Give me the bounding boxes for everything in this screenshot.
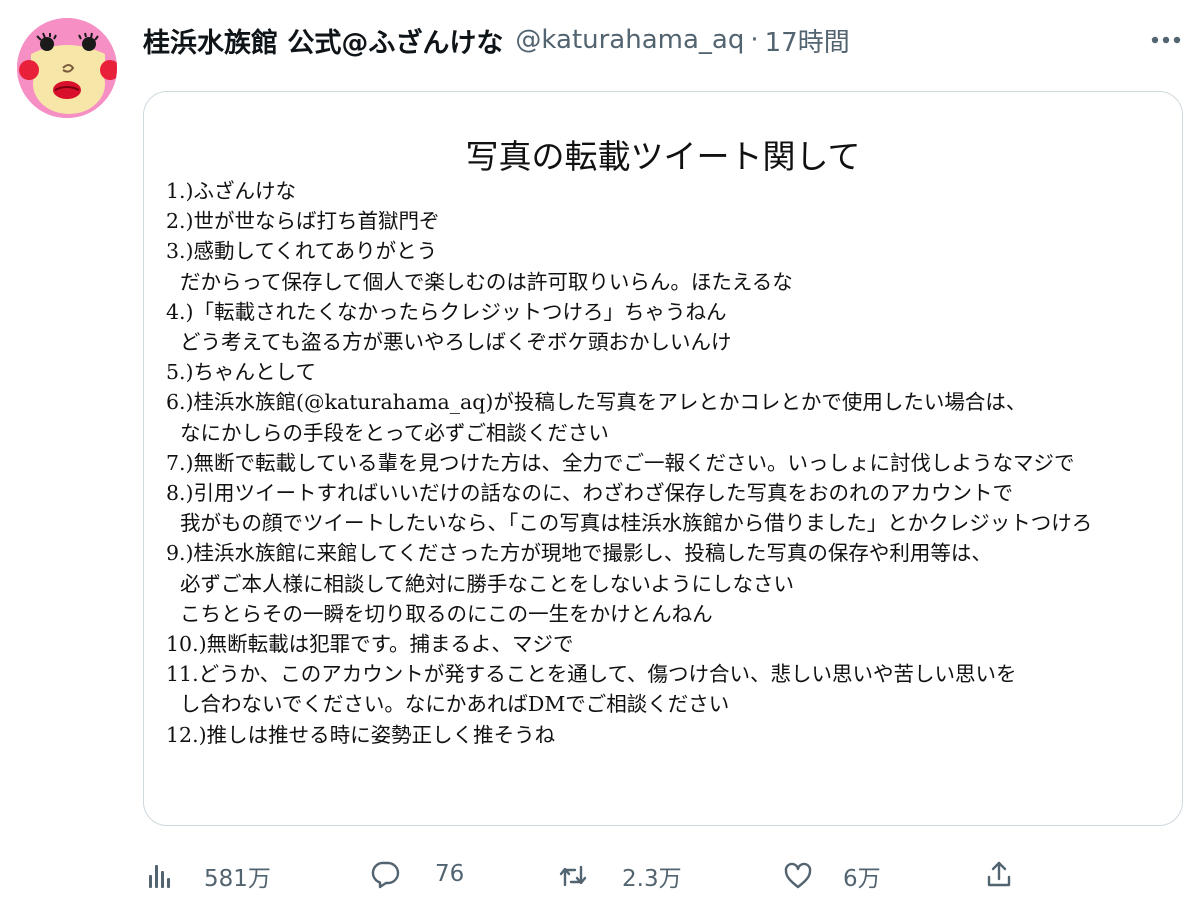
image-text-line: だからって保存して個人で楽しむのは許可取りいらん。ほたえるな <box>180 269 793 294</box>
image-text-block: 1.)ふざんけな 2.)世が世ならば打ち首獄門ぞ 3.)感動してくれてありがとう… <box>166 176 1172 750</box>
avatar-illustration <box>17 18 117 118</box>
views-count: 581万 <box>204 866 271 892</box>
like-icon <box>784 862 812 889</box>
share-icon <box>987 861 1011 887</box>
image-text-line: 必ずご本人様に相談して絶対に勝手なことをしないようにしなさい <box>180 571 794 596</box>
like-button[interactable]: 6万 <box>783 859 881 893</box>
image-text-line: こちとらその一瞬を切り取るのにこの一生をかけとんねん <box>180 601 713 626</box>
retweet-button[interactable]: 2.3万 <box>558 859 682 893</box>
reply-count: 76 <box>435 861 465 887</box>
more-icon <box>1151 36 1181 44</box>
reply-button[interactable]: 76 <box>371 859 464 889</box>
more-button[interactable] <box>1148 24 1184 56</box>
image-text-line: 3.)感動してくれてありがとう <box>166 239 438 264</box>
image-text-line: 5.)ちゃんとして <box>166 360 316 385</box>
image-text-line: し合わないでください。なにかあればDMでご相談ください <box>180 692 730 717</box>
image-title: 写真の転載ツイート関して <box>465 137 861 176</box>
separator-dot: · <box>750 25 759 55</box>
image-text-line: 9.)桂浜水族館に来館してくださった方が現地で撮影し、投稿した写真の保存や利用等… <box>166 541 992 566</box>
image-text-line: 1.)ふざんけな <box>166 179 297 203</box>
share-button[interactable] <box>984 859 1014 889</box>
tweet-actions: 581万 76 2.3万 6万 <box>0 853 1200 897</box>
image-text-line: なにかしらの手段をとって必ずご相談ください <box>180 420 609 445</box>
tweet-timestamp[interactable]: 17時間 <box>765 22 850 59</box>
image-text-line: 12.)推しは推せる時に姿勢正しく推そうね <box>166 722 556 747</box>
retweet-count: 2.3万 <box>622 866 682 892</box>
image-text-line: 11.どうか、このアカウントが発することを通して、傷つけ合い、悲しい思いや苦しい… <box>166 662 1017 687</box>
image-text-line: 6.)桂浜水族館(@katurahama_aq)が投稿した写真をアレとかコレとか… <box>166 390 1027 415</box>
views-icon <box>149 865 170 888</box>
image-text-line: 10.)無断転載は犯罪です。捕まるよ、マジで <box>166 632 574 657</box>
reply-icon <box>371 861 400 889</box>
image-text-line: 2.)世が世ならば打ち首獄門ぞ <box>166 209 440 234</box>
like-count: 6万 <box>843 866 881 892</box>
tweet-header: 桂浜水族館 公式@ふざんけな @katurahama_aq · 17時間 <box>143 20 850 60</box>
retweet-icon <box>559 865 587 887</box>
image-text-line: 4.)「転載されたくなかったらクレジットつけろ」ちゃうねん <box>166 299 727 324</box>
user-handle[interactable]: @katurahama_aq <box>515 25 744 55</box>
image-text-line: 我がもの顔でツイートしたいなら、「この写真は桂浜水族館から借りました」とかクレジ… <box>180 511 1093 536</box>
avatar[interactable] <box>17 18 117 118</box>
views-button[interactable]: 581万 <box>146 859 271 893</box>
image-text-line: 8.)引用ツイートすればいいだけの話なのに、わざわざ保存した写真をおのれのアカウ… <box>166 481 1013 506</box>
tweet-image[interactable]: 写真の転載ツイート関して 1.)ふざんけな 2.)世が世ならば打ち首獄門ぞ 3.… <box>143 91 1183 826</box>
image-text-line: 7.)無断で転載している輩を見つけた方は、全力でご一報ください。いっしょに討伐し… <box>166 450 1075 475</box>
image-text-line: どう考えても盗る方が悪いやろしばくぞボケ頭おかしいんけ <box>180 330 732 355</box>
display-name[interactable]: 桂浜水族館 公式@ふざんけな <box>143 21 503 60</box>
